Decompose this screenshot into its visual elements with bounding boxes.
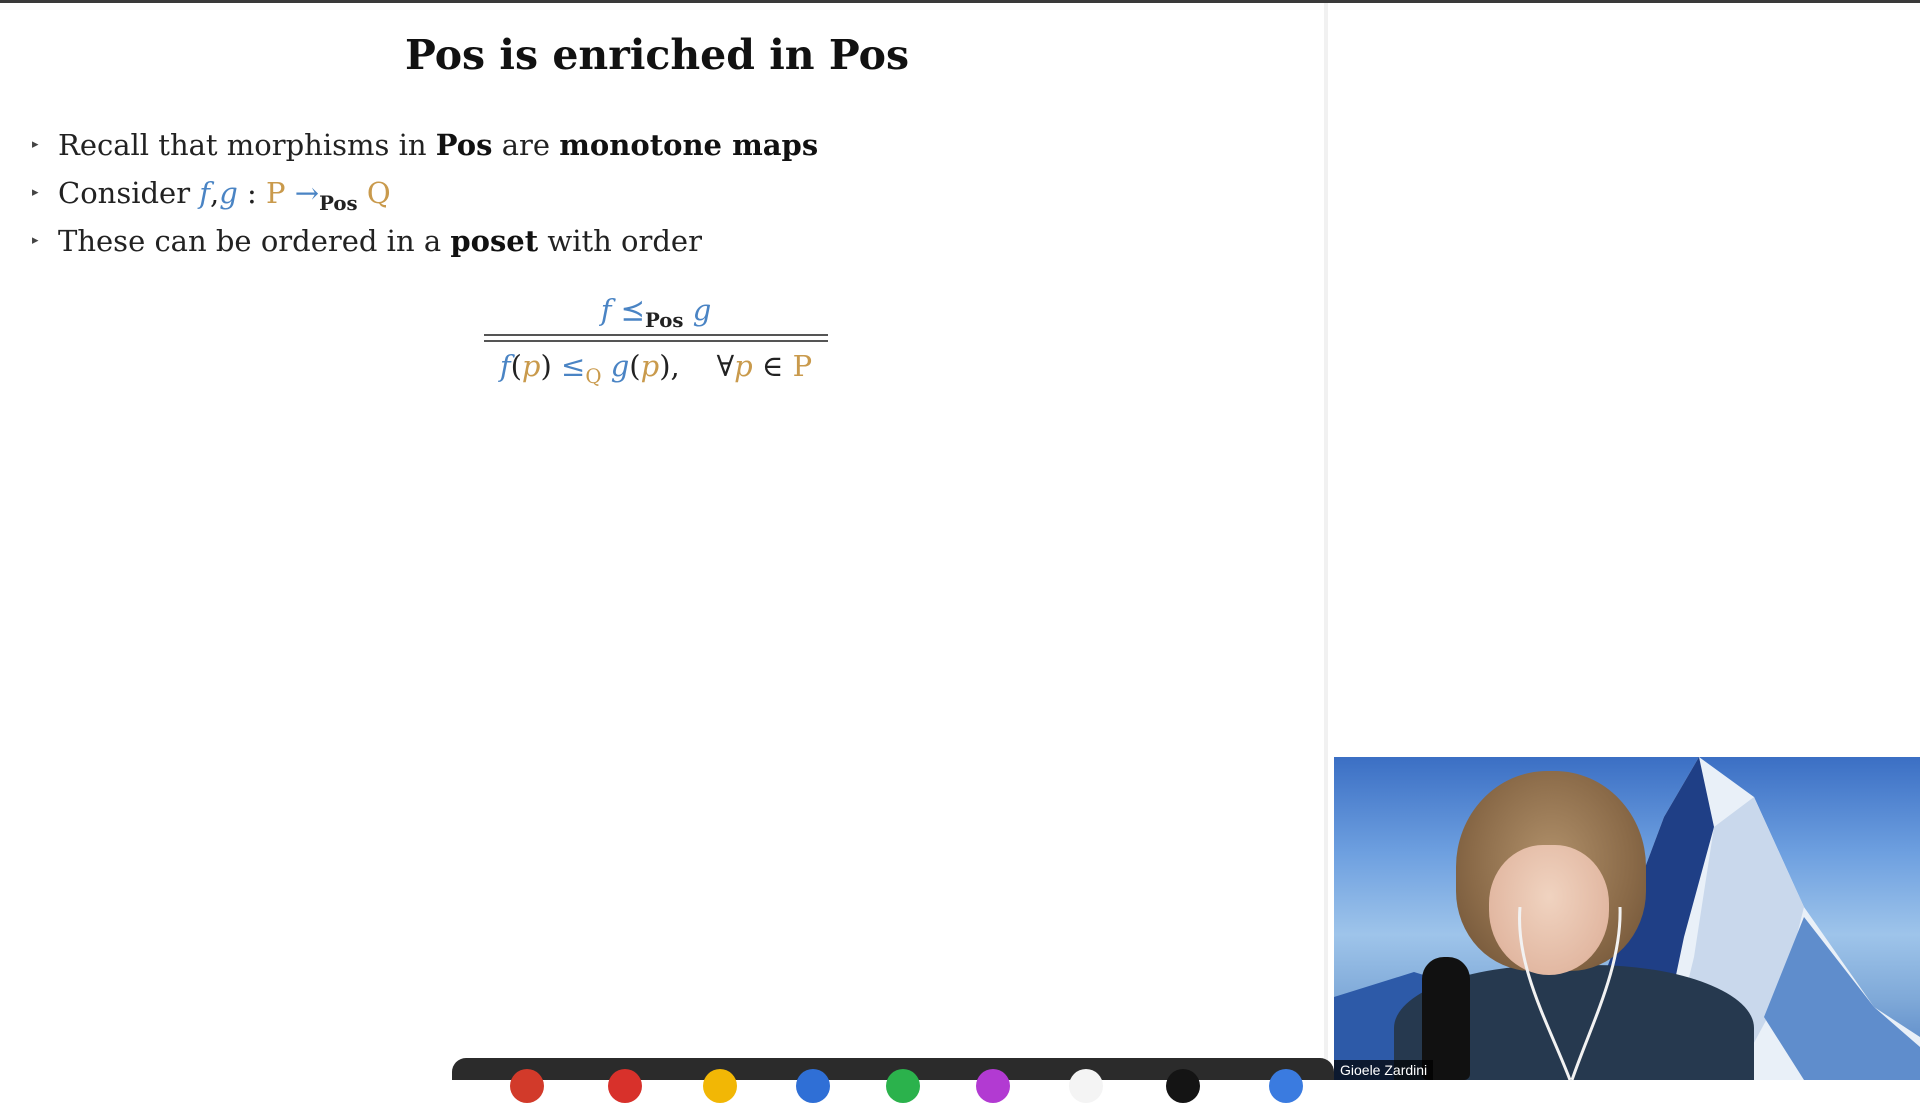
bold-term-pos: Pos: [435, 128, 493, 162]
math-paren: ): [540, 349, 552, 383]
math-p: p: [640, 349, 660, 383]
black-app-icon[interactable]: [1166, 1069, 1200, 1103]
bullet-text: Recall that morphisms in: [58, 128, 436, 162]
fraction-rule-top: [484, 334, 828, 336]
math-subscript-pos: Pos: [644, 307, 684, 332]
math-g: g: [219, 176, 238, 210]
bullet-item-3: ▸ These can be ordered in a poset with o…: [30, 217, 818, 265]
math-p: p: [734, 349, 753, 383]
bullet-marker: ▸: [32, 233, 39, 248]
bold-term-poset: poset: [450, 224, 539, 258]
blue-app-icon[interactable]: [796, 1069, 830, 1103]
bold-term-monotone-maps: monotone maps: [559, 128, 819, 162]
bullet-text: with order: [538, 224, 702, 258]
math-preceq: ⪯: [611, 293, 645, 327]
math-g: g: [692, 293, 712, 327]
participant-name-label: Gioele Zardini: [1334, 1060, 1434, 1080]
bullet-text: Consider: [58, 176, 200, 210]
green-app-icon[interactable]: [886, 1069, 920, 1103]
math-paren: (: [629, 349, 641, 383]
math-f: f: [600, 293, 612, 327]
math-paren: ),: [659, 349, 680, 383]
fraction-denominator: f(p) ≤Q g(p), ∀p ∈ P: [484, 342, 828, 390]
red-app-icon-2[interactable]: [608, 1069, 642, 1103]
math-p: p: [521, 349, 541, 383]
order-definition-fraction: f ⪯Pos g f(p) ≤Q g(p), ∀p ∈ P: [484, 288, 828, 390]
math-Q: Q: [366, 176, 391, 210]
math-comma: ,: [210, 176, 220, 210]
bullet-text: are: [492, 128, 560, 162]
red-app-icon[interactable]: [510, 1069, 544, 1103]
bullet-item-2: ▸ Consider f,g : P →Pos Q: [30, 169, 818, 217]
slide-title: Pos is enriched in Pos: [404, 31, 910, 79]
math-arrow: →: [285, 176, 320, 210]
bullet-text: These can be ordered in a: [58, 224, 451, 258]
fraction-numerator: f ⪯Pos g: [484, 288, 828, 332]
math-f: f: [499, 349, 511, 383]
math-P: P: [266, 176, 286, 210]
math-element-of: ∈: [752, 349, 793, 383]
participant-video-tile[interactable]: Gioele Zardini: [1334, 757, 1920, 1080]
math-f: f: [199, 176, 211, 210]
math-subscript-q: Q: [585, 364, 602, 388]
math-colon: :: [237, 176, 267, 210]
math-leq: ≤: [551, 349, 586, 383]
blue-app-icon-2[interactable]: [1269, 1069, 1303, 1103]
white-app-icon[interactable]: [1069, 1069, 1103, 1103]
bullet-marker: ▸: [32, 137, 39, 152]
math-subscript-pos: Pos: [319, 190, 358, 215]
bullet-item-1: ▸ Recall that morphisms in Pos are monot…: [30, 121, 818, 169]
presentation-slide: Pos is enriched in Pos ▸ Recall that mor…: [0, 3, 1324, 1080]
math-P: P: [792, 349, 813, 383]
application-dock: [452, 1058, 1334, 1103]
math-g: g: [610, 349, 630, 383]
math-forall: ∀: [716, 349, 735, 383]
math-paren: (: [510, 349, 522, 383]
yellow-app-icon[interactable]: [703, 1069, 737, 1103]
earphone-cable: [1518, 907, 1622, 1080]
bullet-marker: ▸: [32, 185, 39, 200]
purple-app-icon[interactable]: [976, 1069, 1010, 1103]
bullet-list: ▸ Recall that morphisms in Pos are monot…: [30, 121, 818, 265]
